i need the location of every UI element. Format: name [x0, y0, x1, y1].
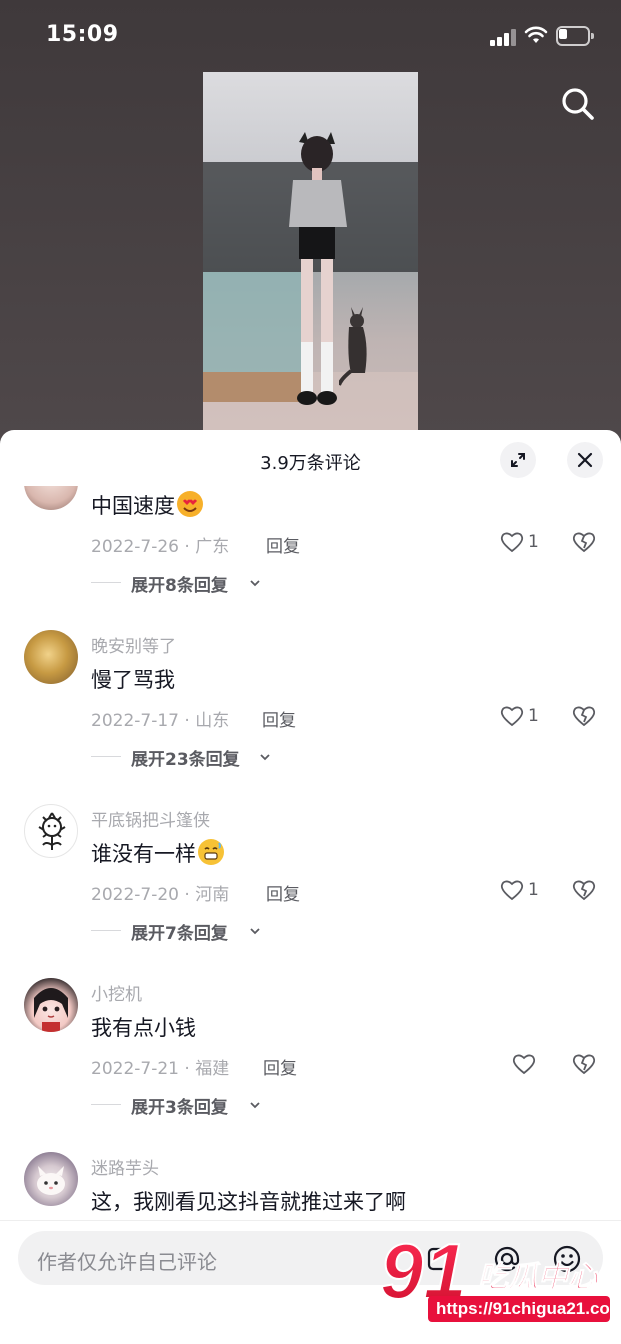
comment-username[interactable]: 小挖机 [91, 980, 142, 1005]
expand-replies-label: 展开3条回复 [131, 1098, 228, 1118]
watermark-brand-text: 吃瓜中心 [478, 1260, 599, 1296]
broken-heart-icon[interactable] [571, 529, 597, 555]
comment-list[interactable]: 中国速度 2022-7-26 · 广东 回复 1 展开8条回复 晚安别等了 慢了… [0, 486, 621, 1220]
comment-item: 平底锅把斗篷侠 谁没有一样 2022-7-20 · 河南 回复 1 展开7条回复 [0, 804, 621, 978]
expand-replies-label: 展开8条回复 [131, 576, 228, 596]
comment-text: 我有点小钱 [91, 1016, 196, 1040]
comment-username[interactable]: 迷路芋头 [91, 1154, 159, 1179]
avatar[interactable] [24, 804, 78, 858]
expand-replies-button[interactable]: 展开3条回复 [91, 1092, 341, 1118]
chevron-down-icon [250, 1102, 260, 1109]
expand-replies-button[interactable]: 展开7条回复 [91, 918, 341, 944]
like-button[interactable]: 1 [499, 703, 545, 731]
reply-button[interactable]: 回复 [266, 532, 300, 557]
comment-item: 中国速度 2022-7-26 · 广东 回复 1 展开8条回复 [0, 486, 621, 630]
comment-username[interactable]: 晚安别等了 [91, 632, 176, 657]
heart-icon [500, 532, 524, 553]
comment-item: 小挖机 我有点小钱 2022-7-21 · 福建 回复 展开3条回复 [0, 978, 621, 1152]
like-button[interactable]: 1 [499, 877, 545, 905]
avatar[interactable] [24, 1152, 78, 1206]
avatar[interactable] [24, 978, 78, 1032]
broken-heart-icon[interactable] [571, 703, 597, 729]
comment-text: 这，我刚看见这抖音就推过来了啊 [91, 1190, 406, 1214]
expand-sheet-button[interactable] [500, 442, 536, 478]
close-sheet-button[interactable] [567, 442, 603, 478]
chevron-down-icon [260, 754, 270, 761]
expand-replies-button[interactable]: 展开23条回复 [91, 744, 341, 770]
grin-sweat-emoji-icon [198, 839, 224, 865]
video-thumbnail[interactable] [203, 72, 418, 432]
watermark-url: https://91chigua21.com [436, 1299, 621, 1318]
battery-icon [556, 26, 595, 46]
comment-item: 迷路芋头 这，我刚看见这抖音就推过来了啊 [0, 1152, 621, 1220]
comment-text: 中国速度 [91, 490, 203, 520]
avatar[interactable] [24, 630, 78, 684]
sheet-header: 3.9万条评论 [0, 430, 621, 488]
chevron-down-icon [250, 580, 260, 587]
expand-replies-label: 展开7条回复 [131, 924, 228, 944]
avatar[interactable] [24, 486, 78, 510]
status-time: 15:09 [46, 22, 119, 47]
comment-meta: 2022-7-26 · 广东 [91, 537, 230, 557]
close-icon [577, 452, 593, 468]
expand-replies-button[interactable]: 展开8条回复 [91, 570, 341, 596]
comment-text: 慢了骂我 [91, 668, 175, 692]
search-icon[interactable] [558, 84, 598, 124]
heart-icon [500, 706, 524, 727]
broken-heart-icon[interactable] [571, 877, 597, 903]
comment-meta: 2022-7-20 · 河南 [91, 885, 230, 905]
heart-eyes-emoji-icon [177, 491, 203, 517]
like-button[interactable] [511, 1051, 557, 1079]
comment-meta: 2022-7-21 · 福建 [91, 1059, 230, 1079]
like-count: 1 [528, 706, 539, 726]
wifi-icon [524, 26, 548, 43]
like-count: 1 [528, 532, 539, 552]
watermark: 91 吃瓜中心 https://91chigua21.com [379, 1226, 621, 1340]
broken-heart-icon[interactable] [571, 1051, 597, 1077]
heart-icon [512, 1054, 536, 1075]
reply-button[interactable]: 回复 [262, 706, 296, 731]
comment-username[interactable]: 平底锅把斗篷侠 [91, 806, 210, 831]
reply-button[interactable]: 回复 [266, 880, 300, 905]
comment-meta: 2022-7-17 · 山东 [91, 711, 230, 731]
like-button[interactable]: 1 [499, 529, 545, 557]
reply-button[interactable]: 回复 [263, 1054, 297, 1079]
expand-icon [511, 453, 525, 467]
comment-item: 晚安别等了 慢了骂我 2022-7-17 · 山东 回复 1 展开23条回复 [0, 630, 621, 804]
like-count: 1 [528, 880, 539, 900]
comment-text: 谁没有一样 [91, 838, 224, 868]
signal-icon [490, 28, 518, 46]
status-bar: 15:09 [0, 0, 621, 72]
comments-sheet: 3.9万条评论 中国速度 2022-7-26 · 广东 回复 1 展开8条回复 … [0, 430, 621, 1344]
comment-input-placeholder: 作者仅允许自己评论 [37, 1250, 217, 1274]
chevron-down-icon [250, 928, 260, 935]
expand-replies-label: 展开23条回复 [131, 750, 240, 770]
heart-icon [500, 880, 524, 901]
